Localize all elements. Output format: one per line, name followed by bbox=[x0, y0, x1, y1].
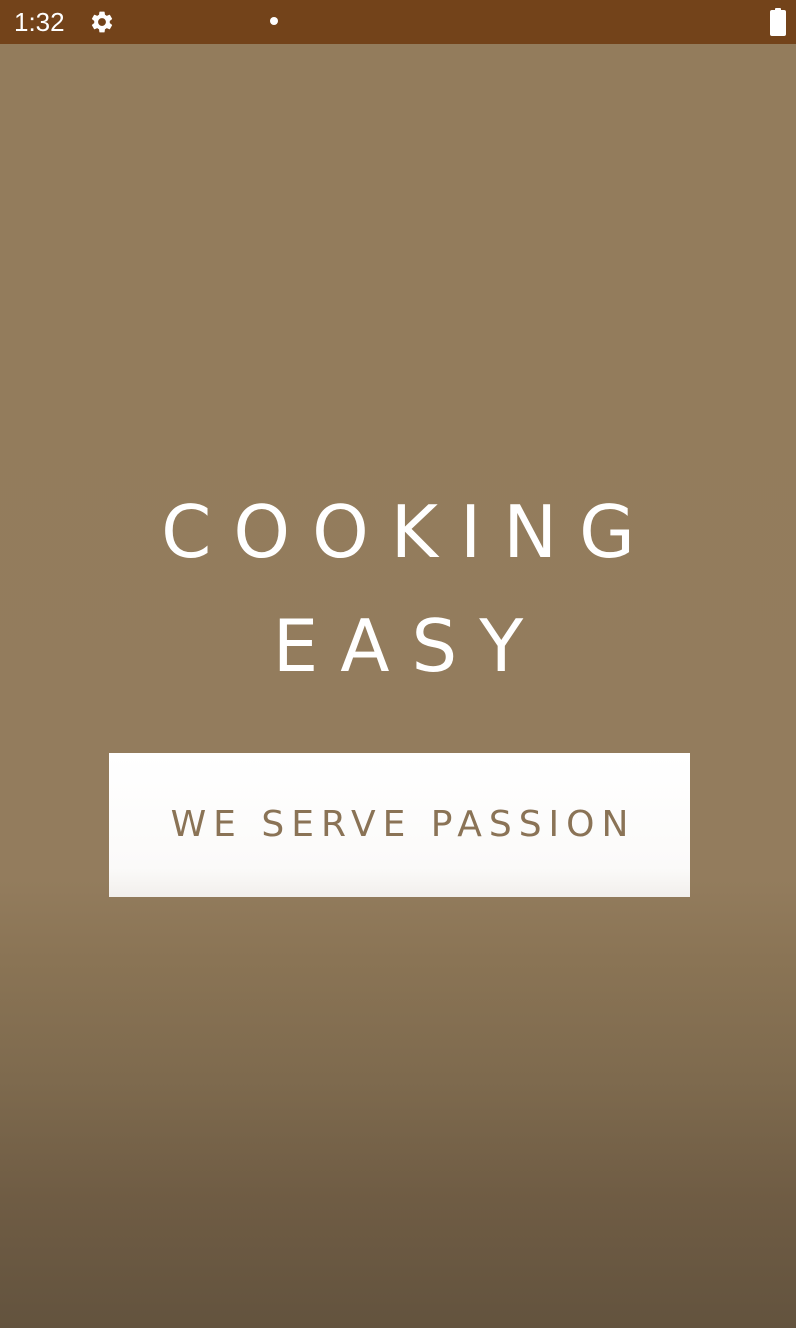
status-bar: 1:32 bbox=[0, 0, 796, 44]
status-time: 1:32 bbox=[14, 7, 65, 37]
app-title-line-2: EASY bbox=[272, 604, 546, 688]
splash-screen: 1:32 COOKING EASY WE SERVE PASSION bbox=[0, 0, 796, 1328]
battery-icon bbox=[770, 8, 786, 36]
tagline-banner: WE SERVE PASSION bbox=[109, 753, 690, 897]
tagline-text: WE SERVE PASSION bbox=[170, 804, 636, 845]
gear-icon bbox=[89, 9, 115, 35]
app-title-line-1: COOKING bbox=[161, 490, 657, 574]
notification-dot-icon bbox=[270, 17, 278, 25]
